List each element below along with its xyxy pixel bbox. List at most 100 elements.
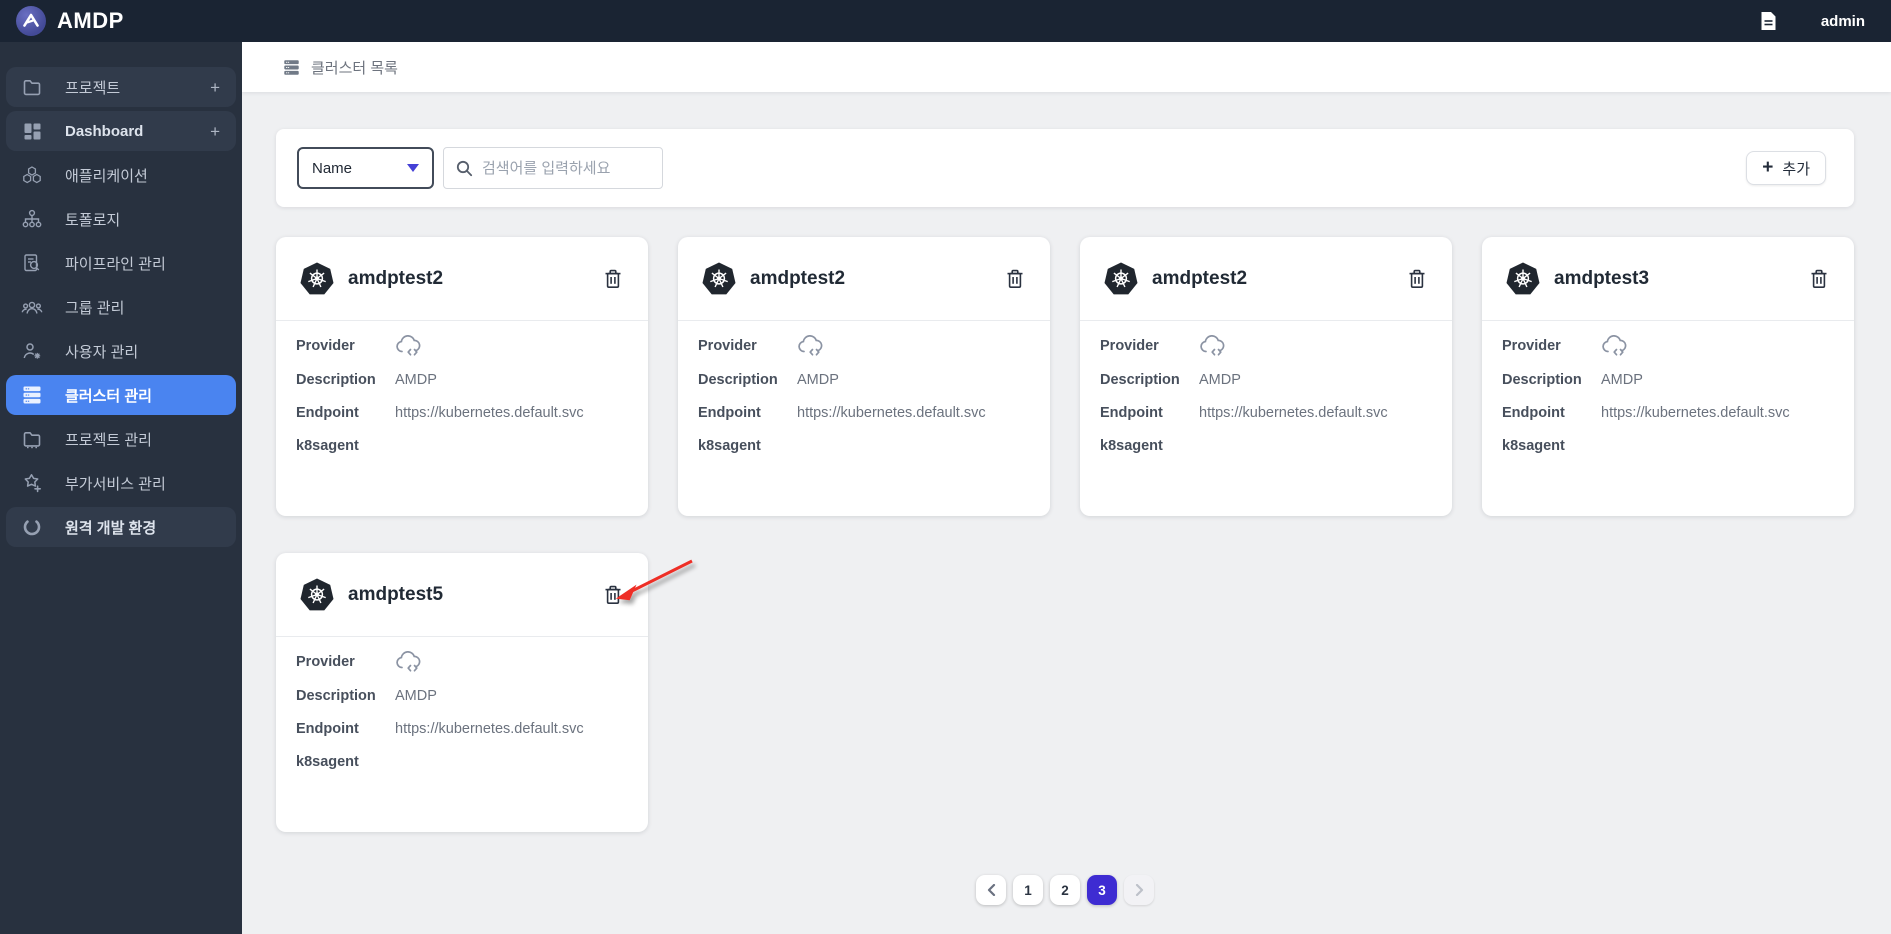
people-group-icon [21,297,43,317]
add-cluster-button[interactable]: + 추가 [1746,151,1826,185]
sidebar-item-label: 토폴로지 [65,211,121,229]
field-label: Endpoint [1502,404,1565,421]
sidebar-item-label: 파이프라인 관리 [65,255,166,273]
cluster-name: amdptest2 [1152,267,1248,289]
delete-cluster-button[interactable] [1408,269,1426,289]
sidebar-item-group-management[interactable]: 그룹 관리 [6,287,236,327]
pagination-page-button[interactable]: 2 [1050,875,1080,905]
card-body: Provider Description AMDP Endpoint https://k… [678,321,1050,456]
sidebar-item-applications[interactable]: 애플리케이션 [6,155,236,195]
card-body: Provider Description AMDP Endpoint https://k… [1482,321,1854,456]
sidebar-item-label: 프로젝트 관리 [65,431,152,449]
sidebar-item-addon-service-management[interactable]: 부가서비스 관리 [6,463,236,503]
field-label: Description [296,687,376,704]
dashboard-grid-icon [21,122,43,141]
sidebar-item-projects[interactable]: 프로젝트 + [6,67,236,107]
card-field-row: Description AMDP [1502,369,1834,390]
field-label: Endpoint [698,404,761,421]
pagination-pages: 123 [1013,875,1117,905]
search-input[interactable] [482,159,642,177]
card-header: amdptest2 [678,237,1050,321]
field-label: k8sagent [1100,437,1163,454]
field-value: https://kubernetes.default.svc [395,720,584,737]
sidebar-item-cluster-management[interactable]: 클러스터 관리 [6,375,236,415]
sidebar-item-dashboard[interactable]: Dashboard + [6,111,236,151]
topology-icon [21,209,43,229]
filter-toolbar: Name + 추가 [276,129,1854,207]
field-label: k8sagent [296,753,359,770]
card-header: amdptest2 [1080,237,1452,321]
search-box [443,147,663,189]
plus-icon: + [1762,156,1774,178]
cluster-name: amdptest5 [348,583,444,605]
cloud-code-icon [1199,335,1227,357]
sidebar-item-topology[interactable]: 토폴로지 [6,199,236,239]
sidebar: 프로젝트 + Dashboard + 애플리케이션 토폴로지 파이프라인 관리 … [0,42,242,934]
card-field-row: k8sagent [296,751,628,772]
sidebar-item-label: 사용자 관리 [65,343,139,361]
content: Name + 추가 amdptest2 Provider Description AM… [242,92,1891,905]
dropdown-selected-value: Name [312,159,353,177]
cloud-code-icon [797,335,825,357]
filter-field-dropdown[interactable]: Name [297,147,434,189]
kubernetes-icon [1104,262,1138,296]
brand-title: AMDP [57,8,124,33]
cluster-card: amdptest5 Provider Description AMDP Endpoint… [276,553,648,832]
field-value: AMDP [1199,371,1241,388]
card-field-row: Endpoint https://kubernetes.default.svc [1100,402,1432,423]
cards-grid: amdptest2 Provider Description AMDP Endpoint… [276,237,1854,832]
field-label: Description [1502,371,1582,388]
plus-icon[interactable]: + [210,79,220,96]
delete-cluster-button[interactable] [1006,269,1024,289]
sidebar-item-label: 애플리케이션 [65,167,148,185]
card-field-row: Endpoint https://kubernetes.default.svc [296,718,628,739]
card-field-row: Provider [1100,335,1432,357]
pagination-prev-button[interactable] [976,875,1006,905]
amdp-logo-icon [16,6,46,36]
delete-cluster-button[interactable] [604,269,622,289]
main-area: 클러스터 목록 Name + 추가 [242,42,1891,934]
folder-icon [21,77,43,97]
sidebar-item-label: 프로젝트 [65,79,121,97]
field-label: Endpoint [1100,404,1163,421]
sidebar-item-remote-dev-environment[interactable]: 원격 개발 환경 [6,507,236,547]
pagination-next-button[interactable] [1124,875,1154,905]
card-field-row: Description AMDP [698,369,1030,390]
field-label: Description [296,371,376,388]
delete-cluster-button[interactable] [604,585,622,605]
app-root: AMDP admin 프로젝트 + Dashboard + 애플리케이션 토폴로… [0,0,1891,934]
field-value: AMDP [1601,371,1643,388]
field-label: Description [1100,371,1180,388]
plus-icon[interactable]: + [210,123,220,140]
user-name[interactable]: admin [1821,13,1865,30]
sidebar-item-pipeline-management[interactable]: 파이프라인 관리 [6,243,236,283]
card-field-row: k8sagent [1100,435,1432,456]
field-label: Provider [1100,338,1159,354]
pagination: 123 [276,875,1854,905]
sidebar-item-user-management[interactable]: 사용자 관리 [6,331,236,371]
field-value: https://kubernetes.default.svc [1601,404,1790,421]
delete-cluster-button[interactable] [1810,269,1828,289]
honeycomb-icon [21,165,43,185]
pagination-page-button[interactable]: 3 [1087,875,1117,905]
card-field-row: Provider [296,335,628,357]
sidebar-item-project-management[interactable]: 프로젝트 관리 [6,419,236,459]
cluster-name: amdptest2 [348,267,444,289]
cloud-code-icon [1601,335,1629,357]
cluster-name: amdptest2 [750,267,846,289]
field-value: https://kubernetes.default.svc [395,404,584,421]
cloud-code-icon [395,651,423,673]
cluster-card: amdptest3 Provider Description AMDP Endpoint… [1482,237,1854,516]
card-field-row: k8sagent [296,435,628,456]
document-icon[interactable] [1760,11,1777,31]
card-field-row: k8sagent [1502,435,1834,456]
cloud-code-icon [395,335,423,357]
field-value: AMDP [395,371,437,388]
card-header: amdptest3 [1482,237,1854,321]
pagination-page-button[interactable]: 1 [1013,875,1043,905]
top-bar: AMDP admin [0,0,1891,42]
server-stack-icon [21,385,43,405]
card-body: Provider Description AMDP Endpoint https://k… [276,637,648,772]
document-search-icon [21,253,43,273]
card-field-row: Endpoint https://kubernetes.default.svc [698,402,1030,423]
